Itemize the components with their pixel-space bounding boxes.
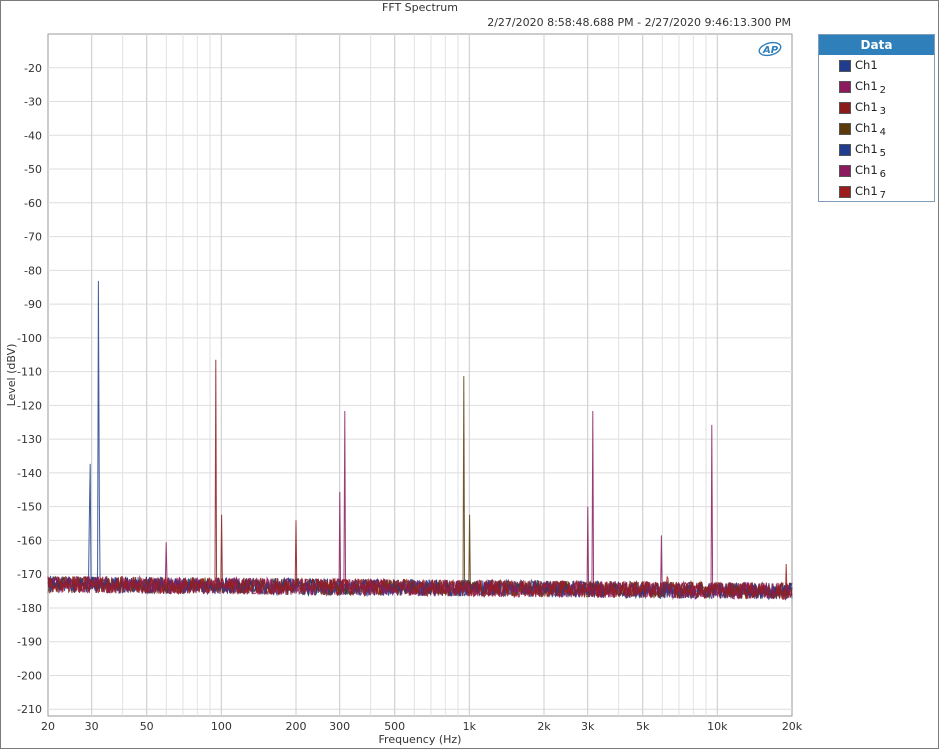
svg-text:AP: AP (762, 45, 779, 56)
x-tick-label: 200 (286, 720, 307, 733)
y-tick-label: -40 (24, 129, 42, 142)
y-tick-label: -70 (24, 231, 42, 244)
legend-swatch (839, 81, 851, 93)
legend-title: Data (819, 35, 934, 55)
chart-title: FFT Spectrum (382, 1, 458, 14)
y-tick-label: -160 (17, 534, 42, 547)
legend-label-index: 6 (879, 169, 887, 180)
legend-label: Ch1 3 (855, 100, 887, 117)
x-tick-label: 2k (537, 720, 551, 733)
legend-item[interactable]: Ch1 (819, 55, 934, 76)
legend-label-index: 5 (879, 148, 887, 159)
y-tick-label: -170 (17, 568, 42, 581)
legend-item[interactable]: Ch1 6 (819, 160, 934, 181)
legend-swatch (839, 102, 851, 114)
x-tick-label: 20 (41, 720, 55, 733)
legend-label: Ch1 6 (855, 163, 887, 180)
y-tick-label: -140 (17, 467, 42, 480)
x-axis-label: Frequency (Hz) (379, 733, 462, 746)
x-tick-label: 5k (636, 720, 650, 733)
legend-label: Ch1 7 (855, 184, 887, 201)
y-tick-label: -110 (17, 366, 42, 379)
y-tick-label: -90 (24, 298, 42, 311)
x-tick-label: 300 (329, 720, 350, 733)
x-tick-label: 30 (85, 720, 99, 733)
x-tick-label: 50 (140, 720, 154, 733)
y-tick-label: -30 (24, 96, 42, 109)
y-tick-label: -180 (17, 602, 42, 615)
plot-area (47, 33, 793, 717)
y-axis-label: Level (dBV) (5, 344, 18, 407)
x-tick-label: 1k (463, 720, 477, 733)
legend-swatch (839, 60, 851, 72)
y-tick-label: -200 (17, 669, 42, 682)
legend-item[interactable]: Ch1 3 (819, 97, 934, 118)
y-tick-label: -60 (24, 197, 42, 210)
y-tick-label: -210 (17, 703, 42, 716)
x-tick-label: 100 (211, 720, 232, 733)
y-tick-label: -20 (24, 62, 42, 75)
legend-label: Ch1 2 (855, 79, 887, 96)
x-tick-label: 500 (384, 720, 405, 733)
legend-item[interactable]: Ch1 2 (819, 76, 934, 97)
legend-swatch (839, 186, 851, 198)
legend-item[interactable]: Ch1 5 (819, 139, 934, 160)
legend-swatch (839, 144, 851, 156)
legend: Data Ch1 Ch1 2 Ch1 3 Ch1 4 Ch1 5 Ch1 6 Ch1 7 (818, 34, 935, 202)
ap-logo: AP (757, 40, 783, 58)
y-tick-label: -190 (17, 636, 42, 649)
legend-label-index: 7 (879, 190, 887, 201)
legend-swatch (839, 165, 851, 177)
fft-chart: -20 -30 -40 -50 -60 -70 -80 -90 -100 -110 -120 -130… (5, 1, 803, 746)
chart-subtitle: 2/27/2020 8:58:48.688 PM - 2/27/2020 9:4… (487, 16, 791, 29)
x-tick-label: 3k (581, 720, 595, 733)
legend-label-index: 3 (879, 106, 887, 117)
legend-item[interactable]: Ch1 4 (819, 118, 934, 139)
y-tick-label: -50 (24, 163, 42, 176)
x-tick-label: 10k (707, 720, 728, 733)
legend-label: Ch1 5 (855, 142, 887, 159)
y-tick-label: -80 (24, 264, 42, 277)
y-tick-label: -120 (17, 399, 42, 412)
legend-label-index: 2 (879, 85, 887, 96)
legend-items: Ch1 Ch1 2 Ch1 3 Ch1 4 Ch1 5 Ch1 6 Ch1 7 (819, 55, 934, 202)
legend-item[interactable]: Ch1 7 (819, 181, 934, 202)
y-tick-label: -100 (17, 332, 42, 345)
x-tick-label: 20k (782, 720, 803, 733)
legend-label: Ch1 (855, 58, 878, 72)
y-tick-label: -150 (17, 501, 42, 514)
legend-swatch (839, 123, 851, 135)
legend-label-index: 4 (879, 127, 887, 138)
legend-label: Ch1 4 (855, 121, 887, 138)
y-tick-label: -130 (17, 433, 42, 446)
